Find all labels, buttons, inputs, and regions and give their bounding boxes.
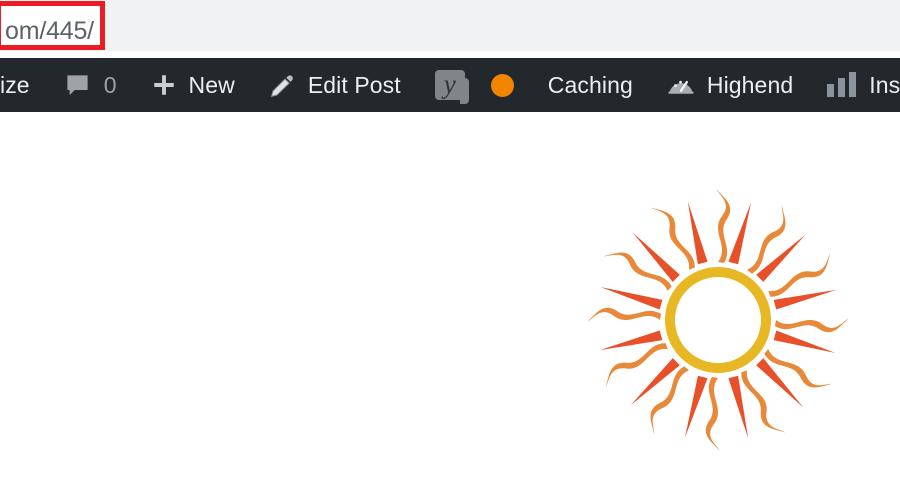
plus-icon: [151, 72, 177, 98]
admin-bar-item-caching-label: Caching: [547, 71, 633, 98]
bar-chart-bar-1: [827, 84, 835, 97]
admin-bar-item-seo-status[interactable]: [490, 58, 514, 112]
sun-ray-wavy-3: [775, 318, 848, 333]
admin-bar-item-highend[interactable]: Highend: [667, 58, 793, 112]
sun-ray-straight-0: [728, 202, 752, 265]
admin-bar-item-comments[interactable]: 0: [64, 58, 117, 112]
admin-bar-item-customize[interactable]: ize: [0, 58, 30, 112]
sun-ray-straight-6: [684, 375, 708, 438]
admin-bar-item-yoast-seo[interactable]: y: [434, 58, 469, 112]
sun-ray-wavy-6: [705, 377, 720, 451]
admin-bar-item-insights[interactable]: Insights: [827, 58, 900, 112]
wordpress-admin-bar: ize 0 New Edit Post y Caching Highend In…: [0, 58, 900, 112]
status-dot-icon: [490, 73, 514, 97]
admin-bar-item-edit-post-label: Edit Post: [307, 71, 401, 98]
url-highlight-annotation: om/445/: [0, 1, 105, 50]
admin-bar-item-edit-post[interactable]: Edit Post: [269, 58, 401, 112]
admin-bar-item-new[interactable]: New: [151, 58, 235, 112]
url-text[interactable]: om/445/: [5, 18, 94, 44]
speedometer-icon: [667, 71, 695, 99]
admin-bar-item-highend-label: Highend: [706, 71, 794, 98]
pencil-icon: [269, 72, 296, 99]
admin-bar-item-customize-label: ize: [0, 71, 30, 98]
browser-chrome: om/445/: [0, 0, 900, 58]
admin-bar-item-insights-label: Insights: [869, 71, 900, 98]
bar-chart-icon: [827, 72, 857, 97]
yoast-logo-glyph: y: [443, 69, 456, 99]
sun-ray-wavy-0: [716, 189, 731, 263]
admin-bar-item-new-label: New: [188, 71, 235, 98]
comment-bubble-icon: [64, 72, 91, 99]
bar-chart-bar-3: [849, 72, 857, 97]
sun-ring: [665, 267, 771, 373]
browser-toolbar-background: [0, 0, 900, 51]
sun-ray-straight-9: [600, 286, 663, 310]
comment-count: 0: [103, 71, 117, 98]
sun-rays: [588, 189, 848, 451]
yoast-logo-icon: y: [434, 69, 469, 104]
sun-ray-wavy-9: [588, 307, 661, 322]
page-content: [0, 112, 900, 500]
sun-logo[interactable]: [588, 170, 848, 470]
sun-ray-straight-3: [773, 330, 836, 354]
admin-bar-item-caching[interactable]: Caching: [548, 58, 633, 112]
bar-chart-bar-2: [838, 78, 846, 97]
